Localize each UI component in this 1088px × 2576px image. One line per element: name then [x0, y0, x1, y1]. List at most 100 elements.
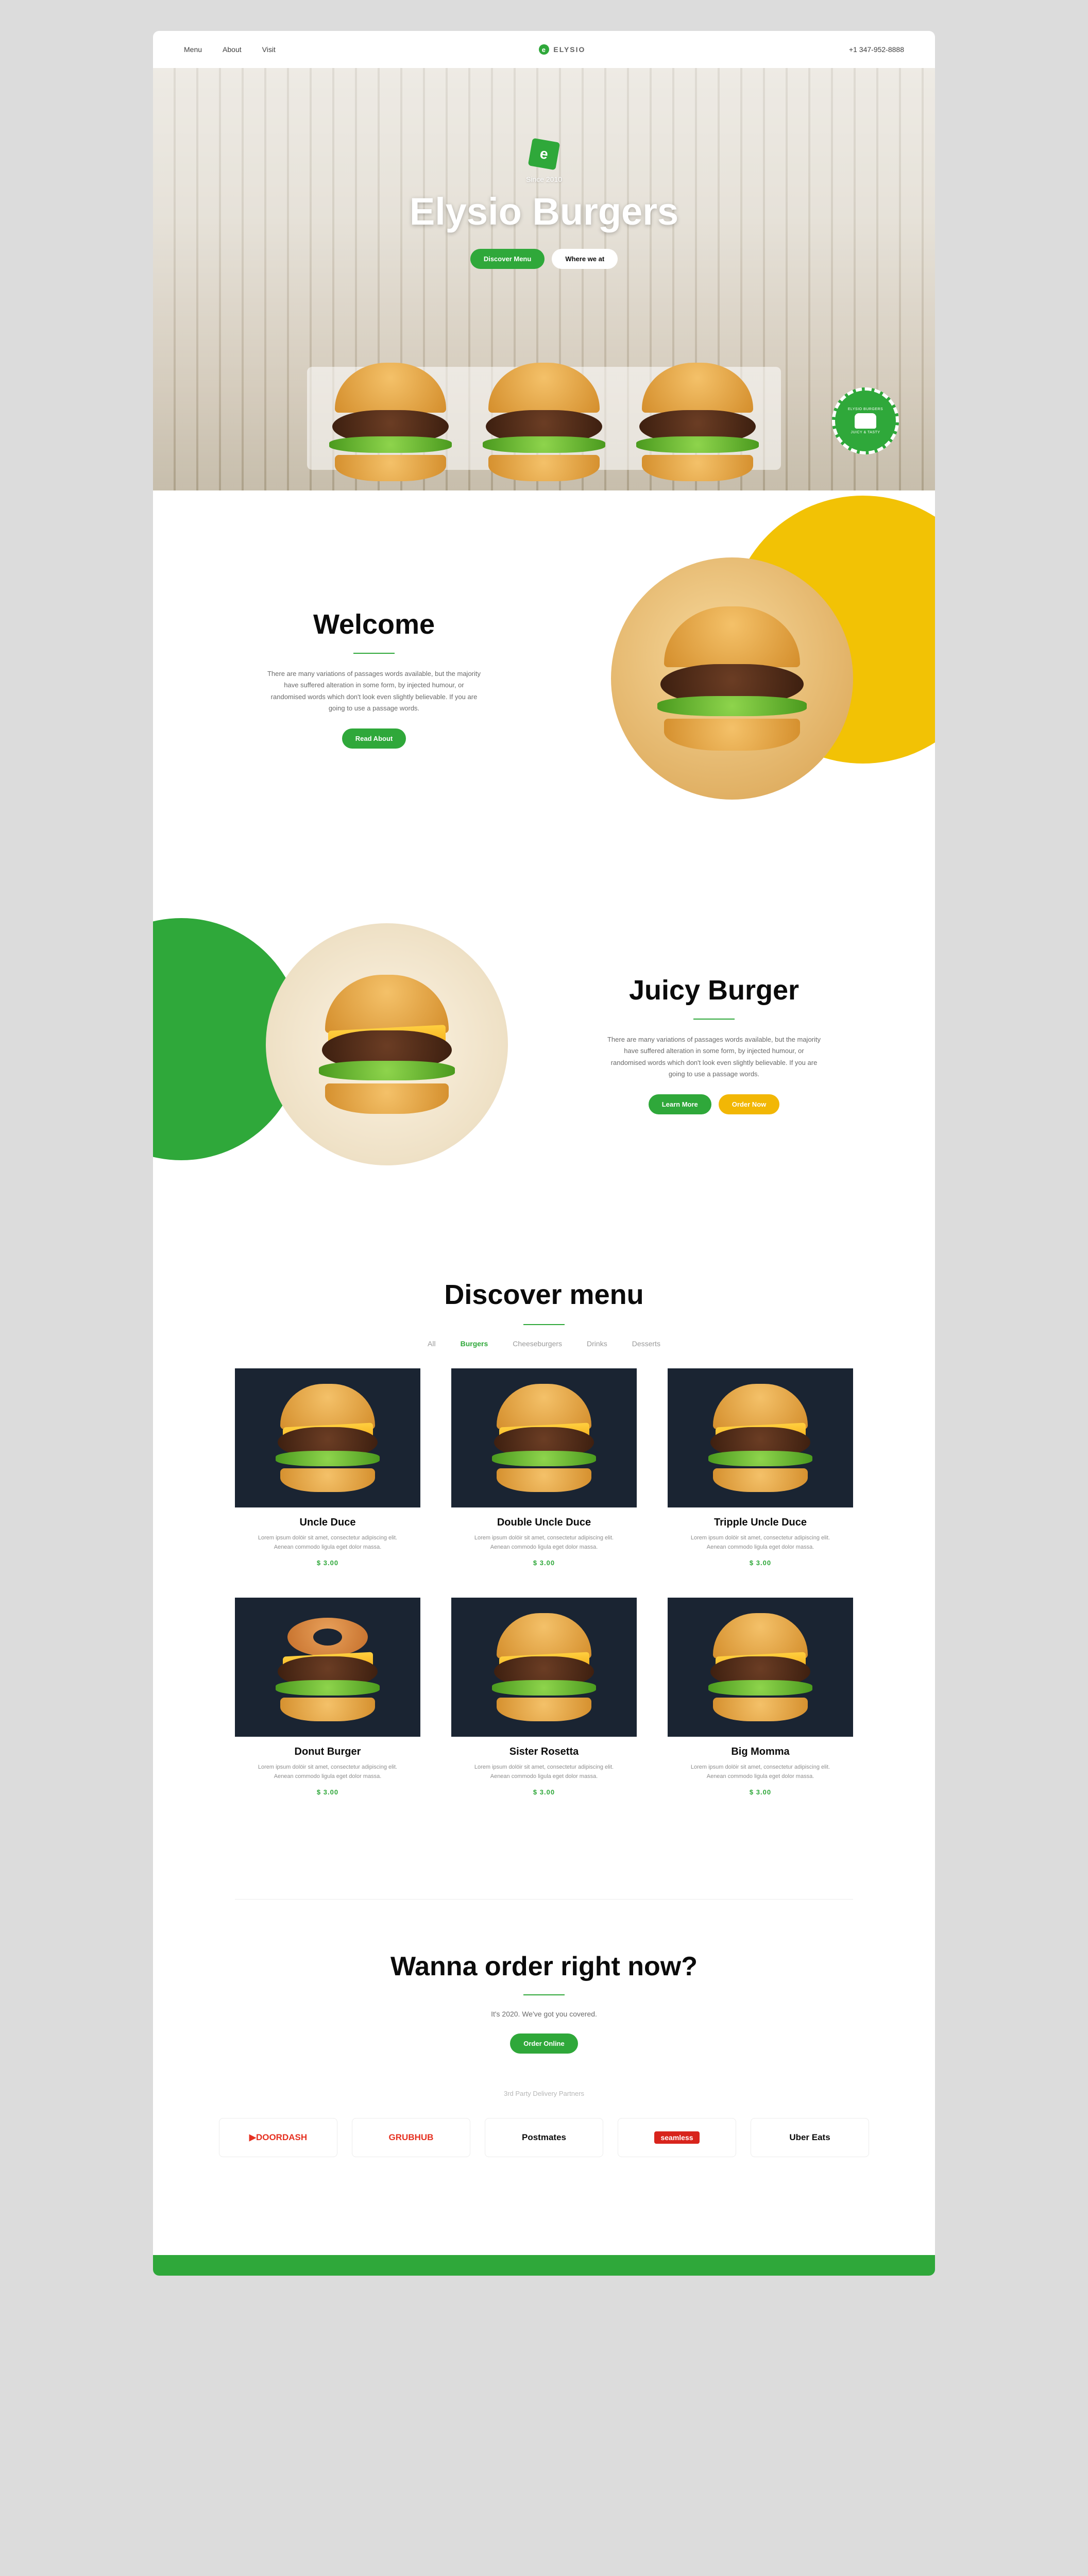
nav-links: Menu About Visit	[184, 45, 276, 54]
divider	[523, 1994, 565, 1995]
burger-graphic	[310, 975, 464, 1114]
menu-tabs: All Burgers Cheeseburgers Drinks Dessert…	[184, 1340, 904, 1348]
menu-card-title: Big Momma	[668, 1746, 853, 1758]
menu-card-desc: Lorem ipsum dolöir sit amet, consectetur…	[472, 1763, 616, 1781]
burger-graphic	[268, 1613, 387, 1721]
juicy-text: Juicy Burger There are many variations o…	[575, 974, 853, 1114]
menu-card[interactable]: Uncle Duce Lorem ipsum dolöir sit amet, …	[235, 1368, 420, 1567]
juicy-image	[266, 923, 508, 1165]
hero-title: Elysio Burgers	[410, 190, 678, 233]
page-frame: Menu About Visit e ELYSIO +1 347-952-888…	[153, 31, 935, 2276]
menu-card-image	[668, 1368, 853, 1507]
burger-graphic	[474, 363, 614, 481]
tab-desserts[interactable]: Desserts	[632, 1340, 660, 1348]
welcome-section: Welcome There are many variations of pas…	[153, 490, 935, 903]
top-nav: Menu About Visit e ELYSIO +1 347-952-888…	[153, 31, 935, 68]
hero-burgers	[321, 363, 767, 481]
logo-text: ELYSIO	[553, 45, 585, 54]
menu-card[interactable]: Big Momma Lorem ipsum dolöir sit amet, c…	[668, 1598, 853, 1796]
burger-graphic	[485, 1613, 603, 1721]
burger-graphic	[268, 1384, 387, 1492]
quality-badge: ELYSIO BURGERS JUICY & TASTY	[832, 387, 899, 454]
tab-cheeseburgers[interactable]: Cheeseburgers	[513, 1340, 562, 1348]
burger-graphic	[701, 1613, 820, 1721]
cta-subtitle: It's 2020. We've got you covered.	[153, 2010, 935, 2018]
menu-card-desc: Lorem ipsum dolöir sit amet, consectetur…	[256, 1763, 400, 1781]
menu-title: Discover menu	[184, 1279, 904, 1311]
juicy-section: Juicy Burger There are many variations o…	[153, 903, 935, 1258]
cta-title: Wanna order right now?	[153, 1951, 935, 1982]
menu-card[interactable]: Donut Burger Lorem ipsum dolöir sit amet…	[235, 1598, 420, 1796]
menu-card[interactable]: Tripple Uncle Duce Lorem ipsum dolöir si…	[668, 1368, 853, 1567]
nav-link-about[interactable]: About	[223, 45, 242, 54]
order-now-button[interactable]: Order Now	[719, 1094, 779, 1114]
where-we-at-button[interactable]: Where we at	[552, 249, 618, 269]
tab-burgers[interactable]: Burgers	[461, 1340, 488, 1348]
menu-card-title: Double Uncle Duce	[451, 1517, 637, 1529]
menu-card-price: $ 3.00	[451, 1788, 637, 1796]
footer-bar	[153, 2255, 935, 2276]
menu-card[interactable]: Double Uncle Duce Lorem ipsum dolöir sit…	[451, 1368, 637, 1567]
juicy-body: There are many variations of passages wo…	[606, 1034, 822, 1079]
separator	[235, 1899, 853, 1900]
tab-all[interactable]: All	[428, 1340, 436, 1348]
burger-graphic	[647, 606, 817, 751]
learn-more-button[interactable]: Learn More	[649, 1094, 711, 1114]
partner-postmates[interactable]: Postmates	[485, 2118, 603, 2157]
menu-card-image	[668, 1598, 853, 1737]
logo[interactable]: e ELYSIO	[539, 44, 585, 55]
divider	[693, 1019, 735, 1020]
menu-card-price: $ 3.00	[668, 1788, 853, 1796]
menu-grid: Uncle Duce Lorem ipsum dolöir sit amet, …	[235, 1368, 853, 1796]
hero-section: e Since 2010 Elysio Burgers Discover Men…	[153, 68, 935, 490]
partner-grubhub[interactable]: GRUBHUB	[352, 2118, 470, 2157]
menu-card-price: $ 3.00	[451, 1559, 637, 1567]
menu-card-image	[235, 1598, 420, 1737]
menu-card-price: $ 3.00	[235, 1559, 420, 1567]
welcome-text: Welcome There are many variations of pas…	[235, 608, 513, 748]
menu-card-title: Donut Burger	[235, 1746, 420, 1758]
menu-card-desc: Lorem ipsum dolöir sit amet, consectetur…	[256, 1534, 400, 1552]
read-about-button[interactable]: Read About	[342, 728, 406, 749]
menu-card-price: $ 3.00	[668, 1559, 853, 1567]
partner-doordash[interactable]: ▶ DOORDASH	[219, 2118, 337, 2157]
burger-graphic	[485, 1384, 603, 1492]
menu-card-image	[235, 1368, 420, 1507]
badge-top-text: ELYSIO BURGERS	[848, 408, 883, 411]
cta-section: Wanna order right now? It's 2020. We've …	[153, 1941, 935, 2255]
burger-graphic	[701, 1384, 820, 1492]
order-online-button[interactable]: Order Online	[510, 2033, 577, 2054]
divider	[353, 653, 395, 654]
nav-link-visit[interactable]: Visit	[262, 45, 276, 54]
menu-card-price: $ 3.00	[235, 1788, 420, 1796]
badge-bottom-text: JUICY & TASTY	[851, 431, 880, 434]
welcome-title: Welcome	[235, 608, 513, 640]
welcome-image	[611, 557, 853, 800]
juicy-title: Juicy Burger	[575, 974, 853, 1006]
menu-card-image	[451, 1368, 637, 1507]
burger-icon	[855, 413, 876, 429]
burger-graphic	[321, 363, 460, 481]
partner-ubereats[interactable]: Uber Eats	[751, 2118, 869, 2157]
menu-card-image	[451, 1598, 637, 1737]
menu-card-desc: Lorem ipsum dolöir sit amet, consectetur…	[688, 1763, 832, 1781]
menu-card-title: Sister Rosetta	[451, 1746, 637, 1758]
menu-card-desc: Lorem ipsum dolöir sit amet, consectetur…	[688, 1534, 832, 1552]
tab-drinks[interactable]: Drinks	[587, 1340, 607, 1348]
welcome-body: There are many variations of passages wo…	[266, 668, 482, 714]
partners-row: ▶ DOORDASH GRUBHUB Postmates seamless Ub…	[153, 2118, 935, 2204]
flag-icon: e	[528, 138, 560, 171]
menu-card-title: Tripple Uncle Duce	[668, 1517, 853, 1529]
partners-label: 3rd Party Delivery Partners	[153, 2090, 935, 2097]
divider	[523, 1324, 565, 1325]
discover-menu-button[interactable]: Discover Menu	[470, 249, 545, 269]
menu-section: Discover menu All Burgers Cheeseburgers …	[153, 1258, 935, 1858]
partner-seamless[interactable]: seamless	[618, 2118, 736, 2157]
phone-number[interactable]: +1 347-952-8888	[849, 45, 904, 54]
menu-card[interactable]: Sister Rosetta Lorem ipsum dolöir sit am…	[451, 1598, 637, 1796]
since-label: Since 2010	[526, 175, 562, 183]
hero-buttons: Discover Menu Where we at	[470, 249, 618, 269]
nav-link-menu[interactable]: Menu	[184, 45, 202, 54]
menu-card-title: Uncle Duce	[235, 1517, 420, 1529]
logo-icon: e	[539, 44, 549, 55]
